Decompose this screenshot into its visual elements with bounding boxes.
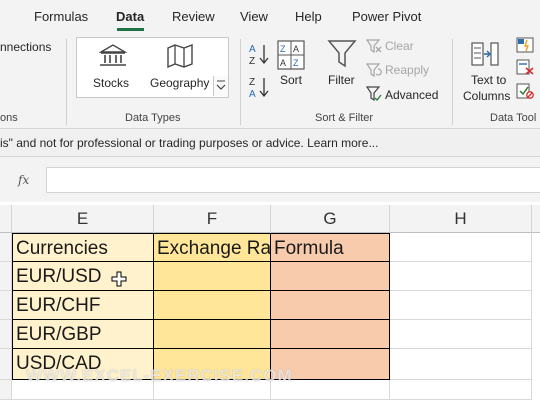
data-validation-icon[interactable]	[516, 83, 534, 99]
svg-text:A: A	[293, 44, 299, 54]
row-header[interactable]	[0, 233, 12, 262]
sort-descending-icon[interactable]: Z A	[248, 75, 270, 100]
tab-formulas[interactable]: Formulas	[34, 9, 88, 24]
row-header-corner	[0, 205, 12, 233]
cell-exchange-rate-header[interactable]: Exchange Ra	[154, 233, 271, 262]
row-header[interactable]	[0, 320, 12, 349]
tab-data[interactable]: Data	[116, 9, 144, 24]
row-header[interactable]	[0, 380, 12, 400]
cell-formula[interactable]	[271, 291, 390, 320]
clear-button[interactable]: Clear	[385, 39, 414, 53]
ribbon: nnections ons Stocks Geography Data Type…	[0, 33, 540, 129]
text-to-columns-label-2[interactable]: Columns	[463, 89, 510, 103]
tab-power-pivot[interactable]: Power Pivot	[352, 9, 421, 24]
cell-formula[interactable]	[271, 262, 390, 291]
cell-empty[interactable]	[390, 233, 532, 262]
row-header[interactable]	[0, 262, 12, 291]
cell-select-cursor-icon	[111, 271, 127, 287]
formula-input[interactable]	[46, 167, 540, 193]
column-header-h[interactable]: H	[390, 205, 532, 233]
flash-fill-icon[interactable]	[516, 37, 534, 53]
remove-duplicates-icon[interactable]	[516, 59, 534, 75]
svg-text:A: A	[249, 89, 256, 99]
filter-button[interactable]: Filter	[328, 73, 355, 87]
cell-exchange-rate[interactable]	[154, 291, 271, 320]
group-divider	[240, 39, 241, 125]
cell-exchange-rate[interactable]	[154, 262, 271, 291]
connections-group-label: ons	[0, 112, 18, 124]
insert-function-button[interactable]: fx	[18, 173, 29, 187]
data-tools-group-label: Data Tool	[490, 112, 537, 124]
stocks-icon[interactable]	[98, 43, 128, 69]
sort-ascending-icon[interactable]: A Z	[248, 42, 270, 67]
column-header-e[interactable]: E	[12, 205, 154, 233]
sort-dialog-icon[interactable]: Z A A Z	[277, 40, 305, 70]
svg-text:Z: Z	[249, 77, 255, 88]
ribbon-tab-strip: Formulas Data Review View Help Power Piv…	[0, 0, 540, 33]
svg-text:A: A	[280, 58, 286, 68]
clear-filter-icon[interactable]	[365, 39, 382, 54]
cell-empty[interactable]	[390, 349, 532, 380]
data-types-disclaimer-bar: is" and not for professional or trading …	[0, 129, 540, 157]
reapply-icon[interactable]	[365, 63, 382, 78]
cell-currency[interactable]: EUR/USD	[12, 262, 154, 291]
tab-review[interactable]: Review	[172, 9, 215, 24]
tab-help[interactable]: Help	[295, 9, 322, 24]
text-to-columns-icon[interactable]	[470, 39, 500, 71]
formula-bar: fx	[0, 157, 540, 202]
group-divider	[452, 39, 453, 125]
stocks-button[interactable]: Stocks	[93, 76, 129, 90]
connections-button[interactable]: nnections	[0, 40, 51, 54]
disclaimer-text[interactable]: is" and not for professional or trading …	[0, 136, 378, 150]
advanced-button[interactable]: Advanced	[385, 88, 438, 102]
advanced-filter-icon[interactable]	[365, 86, 382, 102]
column-header-f[interactable]: F	[154, 205, 271, 233]
svg-text:Z: Z	[293, 58, 299, 68]
data-types-gallery: Stocks Geography	[76, 37, 229, 98]
cell-empty[interactable]	[390, 262, 532, 291]
reapply-button[interactable]: Reapply	[385, 63, 429, 77]
cell-formula[interactable]	[271, 320, 390, 349]
sort-button[interactable]: Sort	[280, 73, 302, 87]
column-header-g[interactable]: G	[271, 205, 390, 233]
cell-empty[interactable]	[390, 380, 532, 400]
gallery-more-button[interactable]	[213, 76, 228, 96]
sort-filter-group-label: Sort & Filter	[315, 112, 374, 124]
svg-text:A: A	[249, 44, 256, 55]
active-tab-indicator	[117, 28, 144, 31]
group-divider	[66, 39, 67, 125]
filter-icon[interactable]	[327, 38, 357, 70]
geography-icon[interactable]	[165, 43, 195, 69]
geography-button[interactable]: Geography	[150, 76, 209, 90]
svg-text:Z: Z	[249, 56, 255, 66]
tab-view[interactable]: View	[240, 9, 268, 24]
row-header[interactable]	[0, 349, 12, 380]
cell-empty[interactable]	[390, 320, 532, 349]
column-header-next[interactable]	[532, 205, 540, 233]
text-to-columns-label-1[interactable]: Text to	[471, 73, 506, 87]
cell-empty[interactable]	[390, 291, 532, 320]
watermark: WWW.EXCEL-EXERCISE.COM	[26, 366, 293, 385]
cell-currency[interactable]: EUR/GBP	[12, 320, 154, 349]
cell-currency[interactable]: EUR/CHF	[12, 291, 154, 320]
worksheet-grid: E F G H Currencies Exchange Ra Formula E…	[0, 202, 540, 400]
data-types-group-label: Data Types	[125, 112, 181, 124]
cell-exchange-rate[interactable]	[154, 320, 271, 349]
svg-text:Z: Z	[280, 44, 286, 54]
cell-currencies-header[interactable]: Currencies	[12, 233, 154, 262]
cell-formula-header[interactable]: Formula	[271, 233, 390, 262]
row-header[interactable]	[0, 291, 12, 320]
